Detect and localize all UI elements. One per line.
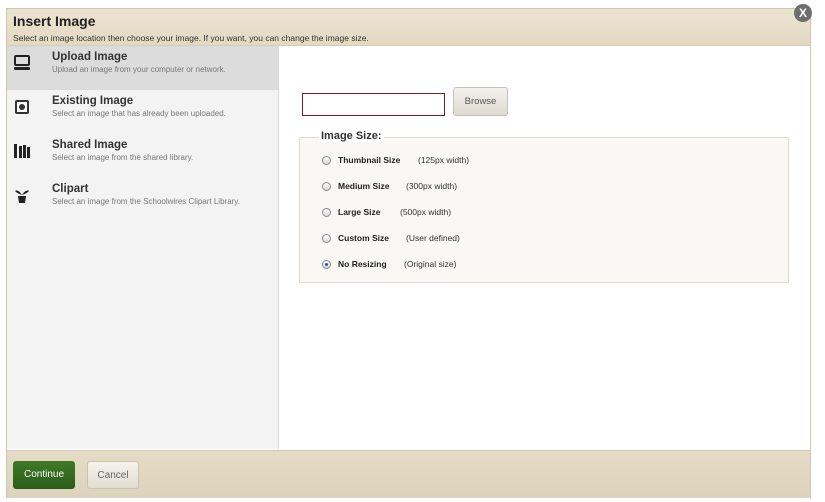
radio-button[interactable]	[322, 234, 331, 243]
sidebar-item-label: Clipart	[52, 183, 89, 195]
size-option-label: Medium Size	[338, 181, 390, 191]
radio-button[interactable]	[322, 156, 331, 165]
size-option-note: (300px width)	[406, 181, 458, 191]
sidebar-item-clipart[interactable]: Clipart Select an image from the Schoolw…	[7, 178, 278, 222]
size-option-label: Thumbnail Size	[338, 155, 401, 165]
dialog-title: Insert Image	[13, 13, 96, 29]
sidebar-item-label: Shared Image	[52, 139, 128, 151]
source-sidebar: Upload Image Upload an image from your c…	[7, 46, 279, 449]
sidebar-item-desc: Select an image from the shared library.	[52, 153, 194, 162]
size-option-note: (125px width)	[418, 155, 470, 165]
dialog-header: Insert Image Select an image location th…	[7, 9, 810, 46]
size-option-label: No Resizing	[338, 259, 387, 269]
sidebar-item-desc: Upload an image from your computer or ne…	[52, 65, 226, 74]
file-path-input[interactable]	[302, 93, 445, 116]
dialog-footer: Continue Cancel	[7, 450, 810, 498]
dialog-subtitle: Select an image location then choose you…	[13, 33, 369, 43]
computer-icon	[13, 54, 31, 72]
browse-button[interactable]: Browse	[453, 87, 508, 116]
size-option-label: Large Size	[338, 207, 381, 217]
size-option-note: (500px width)	[400, 207, 452, 217]
close-icon[interactable]: X	[794, 4, 812, 22]
sidebar-item-upload-image[interactable]: Upload Image Upload an image from your c…	[7, 46, 278, 90]
sidebar-item-label: Existing Image	[52, 95, 134, 107]
sidebar-item-existing-image[interactable]: Existing Image Select an image that has …	[7, 90, 278, 134]
radio-button[interactable]	[322, 208, 331, 217]
radio-button-selected[interactable]	[322, 260, 331, 269]
library-icon	[13, 142, 31, 160]
size-option-note: (Original size)	[404, 259, 457, 269]
sidebar-item-shared-image[interactable]: Shared Image Select an image from the sh…	[7, 134, 278, 178]
sidebar-item-desc: Select an image that has already been up…	[52, 109, 226, 118]
upload-panel: Browse Image Size: Thumbnail Size (125px…	[279, 46, 810, 449]
clipart-icon	[13, 186, 31, 204]
radio-button[interactable]	[322, 182, 331, 191]
insert-image-dialog: Insert Image Select an image location th…	[6, 8, 811, 498]
image-size-legend: Image Size:	[319, 130, 384, 142]
size-option-note: (User defined)	[406, 233, 460, 243]
size-option-label: Custom Size	[338, 233, 390, 243]
image-icon	[13, 98, 31, 116]
continue-button[interactable]: Continue	[13, 461, 75, 489]
cancel-button[interactable]: Cancel	[87, 461, 139, 489]
image-size-fieldset: Image Size: Thumbnail Size (125px width)…	[299, 130, 789, 283]
sidebar-item-desc: Select an image from the Schoolwires Cli…	[52, 197, 240, 206]
sidebar-item-label: Upload Image	[52, 51, 128, 63]
